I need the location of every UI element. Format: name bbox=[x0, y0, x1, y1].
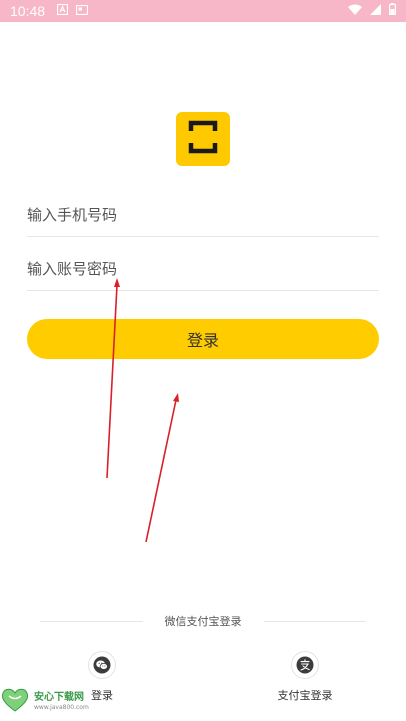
phone-input[interactable] bbox=[27, 205, 379, 224]
notification-card-icon bbox=[75, 4, 89, 19]
login-button[interactable]: 登录 bbox=[27, 319, 379, 359]
battery-icon bbox=[389, 3, 397, 19]
annotation-arrow-2 bbox=[145, 393, 179, 543]
wifi-icon bbox=[348, 4, 362, 19]
alt-login-title: 微信支付宝登录 bbox=[164, 615, 242, 628]
notification-a-icon bbox=[56, 3, 69, 19]
divider-line-left bbox=[40, 620, 143, 622]
alipay-login-label: 支付宝登录 bbox=[277, 689, 333, 702]
wechat-icon bbox=[88, 651, 116, 679]
watermark-title: 安心下载网 bbox=[34, 692, 84, 703]
site-watermark: 安心下载网 www.java800.com bbox=[0, 686, 110, 718]
annotation-arrow-1 bbox=[106, 278, 120, 479]
heart-logo-icon bbox=[0, 687, 30, 717]
phone-field-container bbox=[27, 193, 379, 237]
password-field-container bbox=[27, 247, 379, 291]
divider-line-right bbox=[263, 620, 366, 622]
alipay-login-button[interactable]: 支付宝登录 bbox=[270, 651, 340, 703]
alipay-icon bbox=[291, 651, 319, 679]
scan-frame-icon bbox=[188, 120, 218, 158]
cellular-signal-icon bbox=[370, 3, 381, 19]
status-bar: 10:48 bbox=[0, 0, 406, 22]
alt-login-divider: 微信支付宝登录 bbox=[40, 612, 366, 630]
app-logo bbox=[176, 112, 230, 166]
password-input[interactable] bbox=[27, 259, 379, 278]
status-time: 10:48 bbox=[10, 3, 46, 19]
watermark-url: www.java800.com bbox=[34, 704, 89, 711]
